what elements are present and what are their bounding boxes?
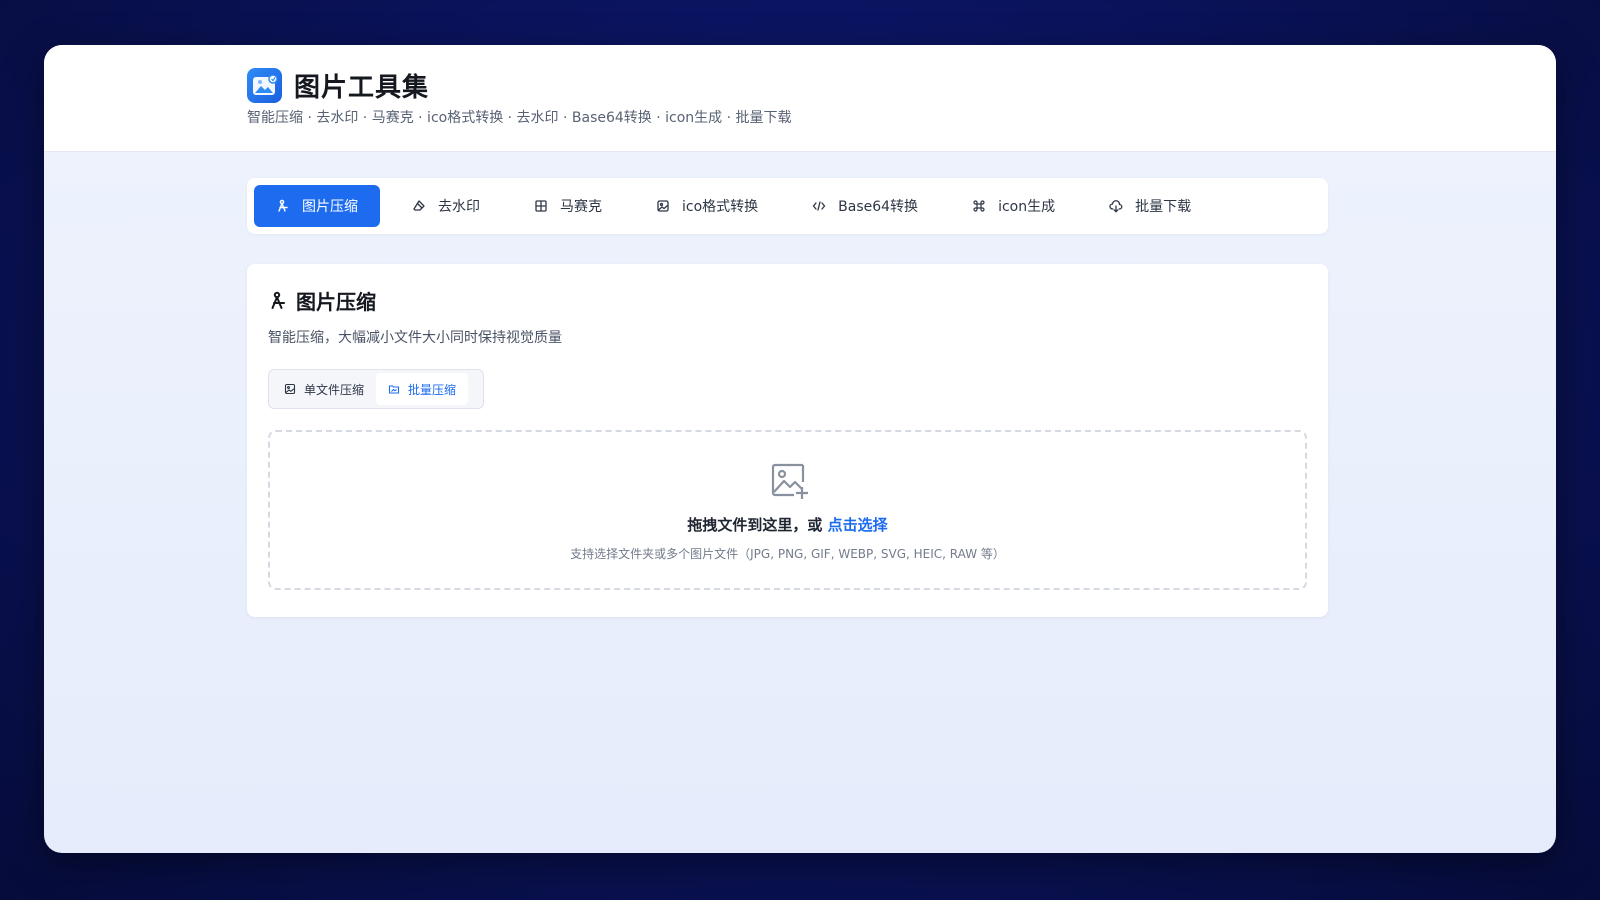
tab-mosaic[interactable]: 马赛克 [512,185,624,227]
panel-description: 智能压缩，大幅减小文件大小同时保持视觉质量 [268,330,562,346]
tab-label: 去水印 [438,199,480,215]
mode-label: 批量压缩 [408,382,457,397]
image-logo-icon [247,68,282,103]
compress-icon [276,199,290,213]
app-title: 图片工具集 [294,73,430,103]
tab-label: 马赛克 [560,199,602,215]
tab-batch-download[interactable]: 批量下载 [1087,185,1213,227]
image-icon [284,383,296,395]
tab-ico-convert[interactable]: ico格式转换 [634,185,780,227]
batch-mode-button[interactable]: 批量压缩 [376,373,469,405]
app-header: 图片工具集 智能压缩 · 去水印 · 马赛克 · ico格式转换 · 去水印 ·… [44,45,1556,152]
single-file-mode-button[interactable]: 单文件压缩 [272,373,376,405]
mode-label: 单文件压缩 [304,382,365,397]
app-window: 图片工具集 智能压缩 · 去水印 · 马赛克 · ico格式转换 · 去水印 ·… [44,45,1556,853]
app-subtitle: 智能压缩 · 去水印 · 马赛克 · ico格式转换 · 去水印 · Base6… [247,110,792,126]
panel-title: 图片压缩 [268,286,376,315]
grid-icon [534,199,548,213]
panel-title-text: 图片压缩 [296,290,376,314]
tab-label: 批量下载 [1135,199,1192,215]
cloud-download-icon [1109,199,1123,213]
brand: 图片工具集 [247,67,429,104]
dropzone-hint: 支持选择文件夹或多个图片文件（JPG, PNG, GIF, WEBP, SVG,… [570,547,1005,561]
code-icon [812,199,826,213]
image-icon [656,199,670,213]
tab-label: icon生成 [998,199,1056,215]
tool-tabs: 图片压缩 去水印 马赛克 ico格式转换 Base64转换 icon生成 批量下… [247,178,1328,234]
folder-image-icon [388,383,400,395]
tab-icon-generate[interactable]: icon生成 [950,185,1077,227]
dropzone-text: 拖拽文件到这里，或 点击选择 [270,514,1305,535]
select-file-link[interactable]: 点击选择 [828,516,888,534]
image-add-icon [770,462,810,500]
compress-panel: 图片压缩 智能压缩，大幅减小文件大小同时保持视觉质量 单文件压缩 批量压缩 拖拽… [247,264,1328,617]
file-dropzone[interactable]: 拖拽文件到这里，或 点击选择 支持选择文件夹或多个图片文件（JPG, PNG, … [268,430,1307,590]
compress-icon [268,291,288,311]
tab-label: Base64转换 [838,199,919,215]
tab-label: 图片压缩 [302,199,358,215]
compress-mode-switch: 单文件压缩 批量压缩 [268,369,484,409]
tab-image-compress[interactable]: 图片压缩 [254,185,380,227]
tab-label: ico格式转换 [682,199,759,215]
command-icon [972,199,986,213]
tab-watermark-remove[interactable]: 去水印 [390,185,502,227]
tab-base64[interactable]: Base64转换 [790,185,940,227]
dropzone-prompt: 拖拽文件到这里，或 [687,516,828,534]
eraser-icon [412,199,426,213]
